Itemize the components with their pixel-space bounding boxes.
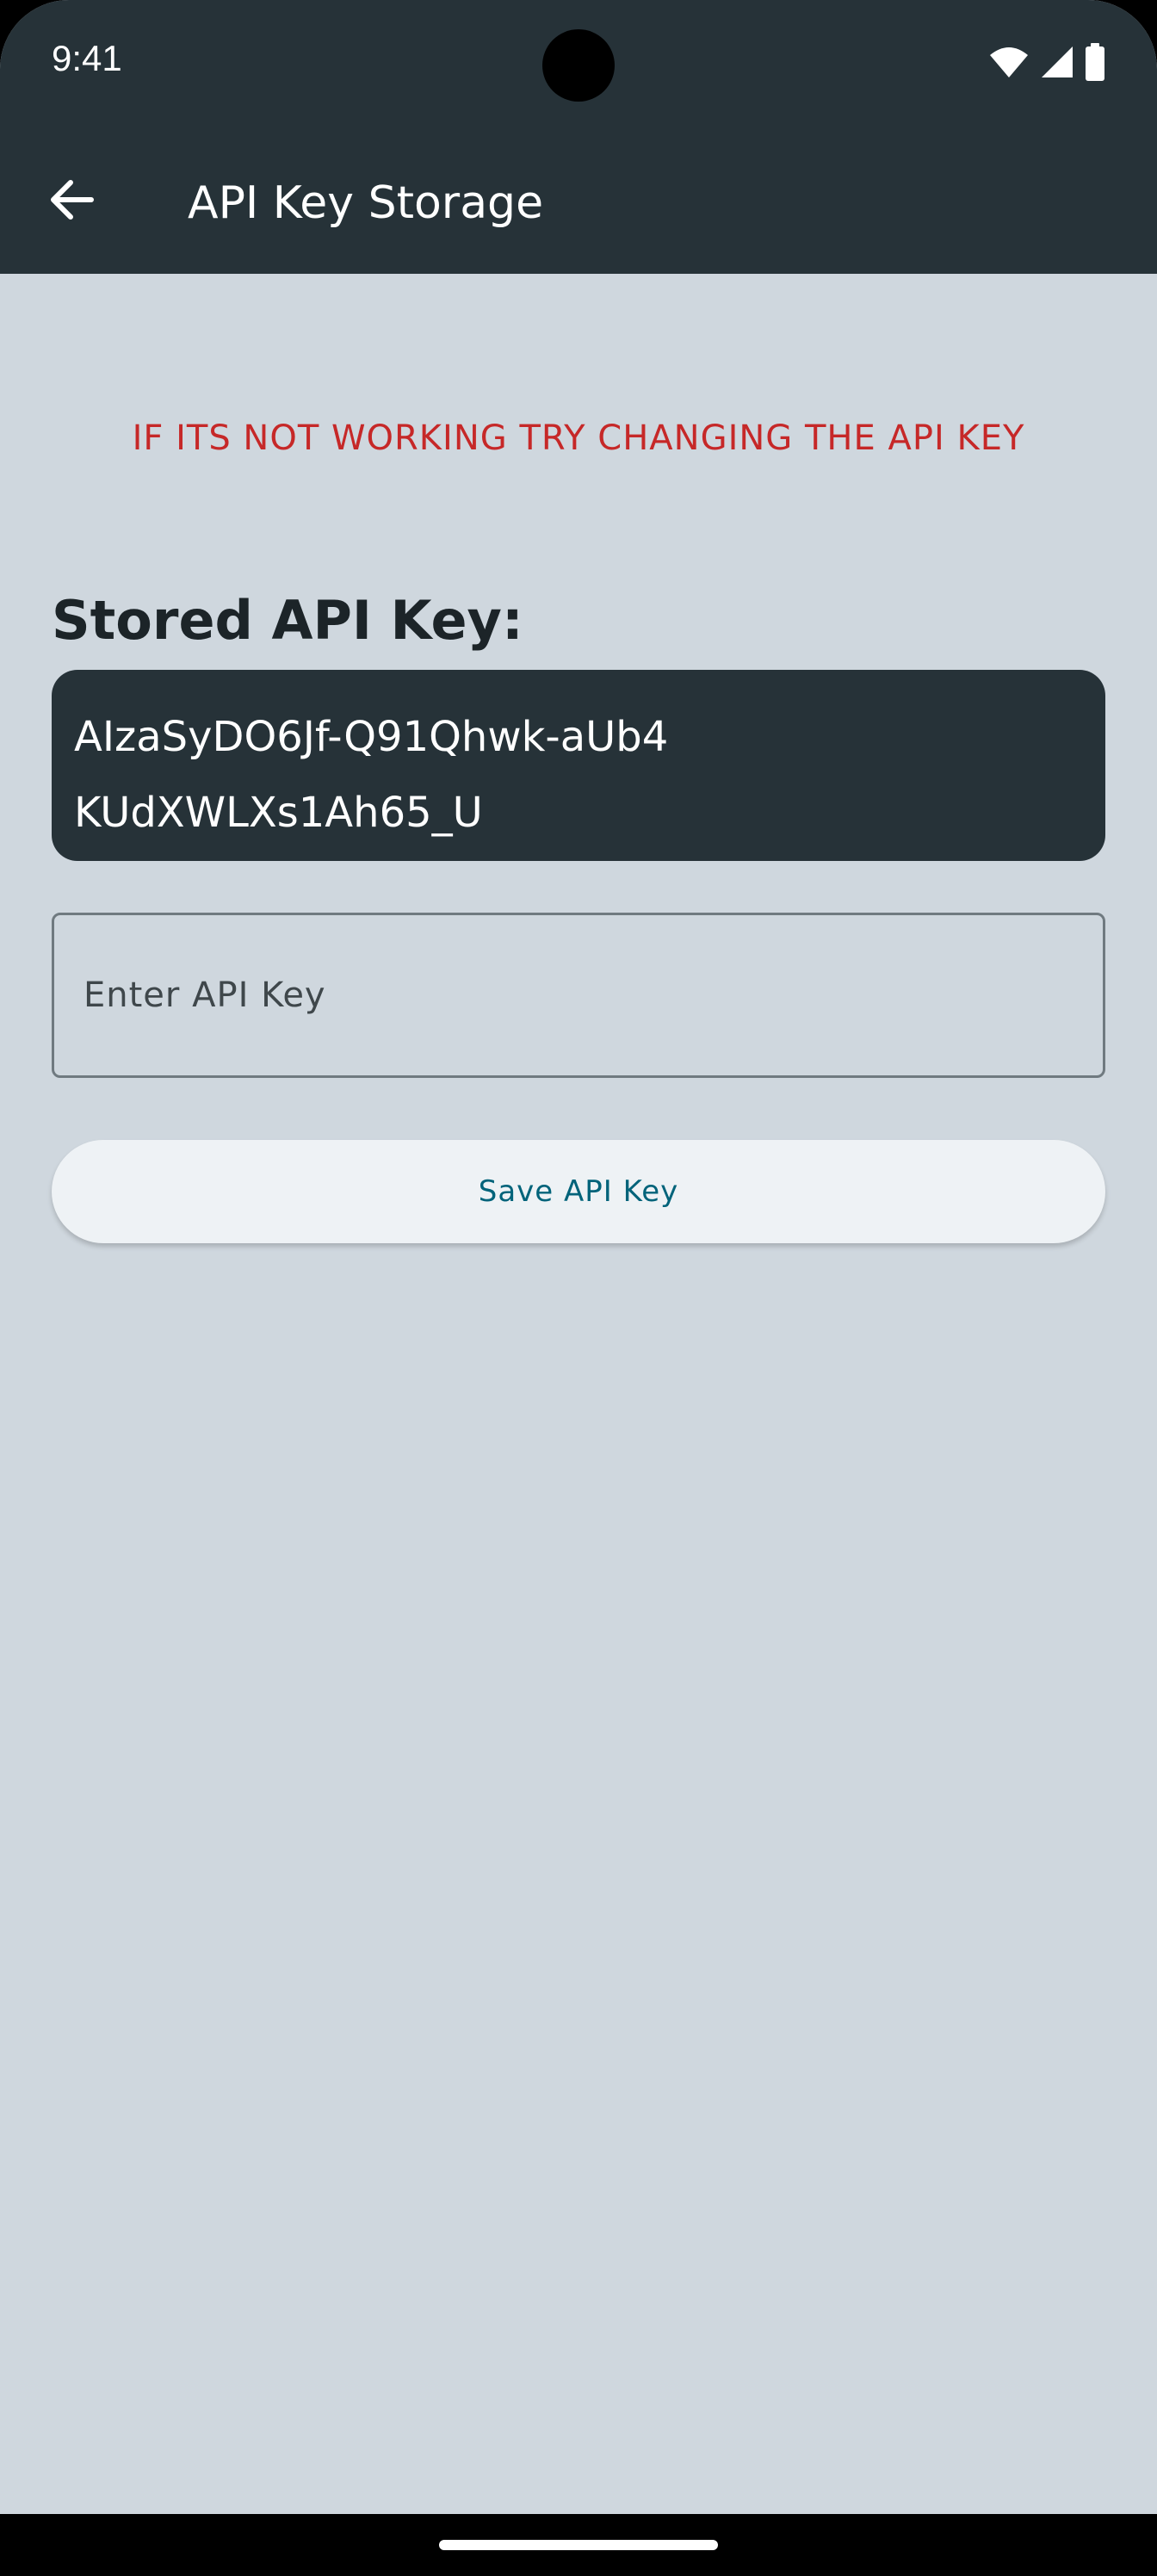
api-key-input[interactable]	[52, 913, 1105, 1078]
home-indicator[interactable]	[439, 2540, 718, 2550]
battery-icon	[1085, 43, 1105, 81]
stored-key-label: Stored API Key:	[52, 589, 523, 652]
wifi-icon	[988, 45, 1030, 79]
page-title: API Key Storage	[188, 177, 544, 229]
camera-cutout	[542, 29, 615, 102]
stored-key-value: AIzaSyDO6Jf-Q91Qhwk-aUb4KUdXWLXs1Ah65_U	[74, 713, 669, 837]
stored-key-card: AIzaSyDO6Jf-Q91Qhwk-aUb4KUdXWLXs1Ah65_U	[52, 670, 1105, 861]
back-button[interactable]	[43, 172, 102, 231]
status-icons	[988, 43, 1105, 81]
warning-message: IF ITS NOT WORKING TRY CHANGING THE API …	[132, 418, 1025, 458]
status-time: 9:41	[52, 38, 122, 78]
arrow-left-icon	[50, 179, 95, 224]
save-api-key-button[interactable]: Save API Key	[52, 1140, 1105, 1243]
signal-icon	[1040, 45, 1074, 79]
top-app-bar: 9:41 API Key Storage	[0, 0, 1157, 274]
app-screen: 9:41 API Key Storage IF ITS NOT WORKING …	[0, 0, 1157, 2514]
